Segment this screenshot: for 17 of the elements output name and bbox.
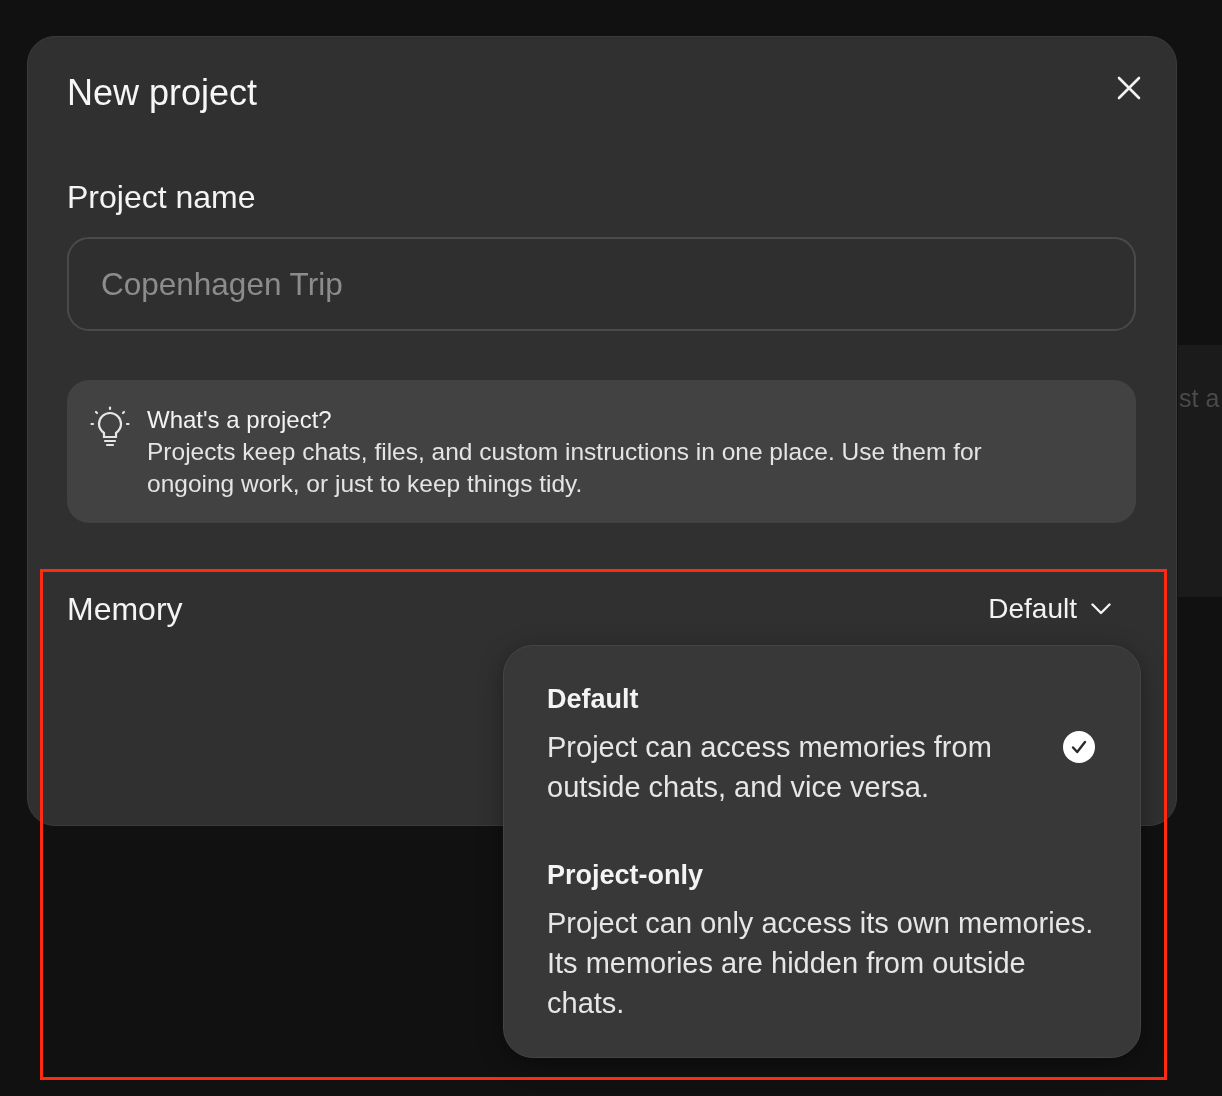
option-description: Project can only access its own memories. Its memories are hidden from outside chats. (547, 906, 1095, 1021)
field-label: Project name (67, 179, 257, 215)
project-name-field[interactable]: Copenhagen Trip (67, 237, 1136, 331)
option-description: Project can access memories from outside chats, and vice versa. (547, 730, 993, 805)
option-title: Project-only (547, 860, 705, 890)
menu-option[interactable]: Project-only Project can only access its own memories. Its memories are hidden from outside chats. (547, 860, 1099, 1023)
menu-option[interactable]: Default Project can access memories from outside chats, and vice versa. (547, 684, 1099, 807)
info-title: What's a project? (147, 405, 333, 435)
option-title: Default (547, 684, 640, 714)
memory-label: Memory (67, 590, 183, 629)
memory-dropdown[interactable]: Default (988, 589, 1111, 629)
info-text: Projects keep chats, files, and custom instructions in one place. Use them for ongoing work, or just to keep things tidy. (147, 437, 983, 499)
close-button[interactable] (1117, 76, 1141, 100)
chevron-down-icon (1091, 603, 1111, 615)
close-icon (1117, 76, 1141, 100)
lightbulb-icon (90, 406, 130, 448)
dialog-title: New project (67, 73, 258, 113)
